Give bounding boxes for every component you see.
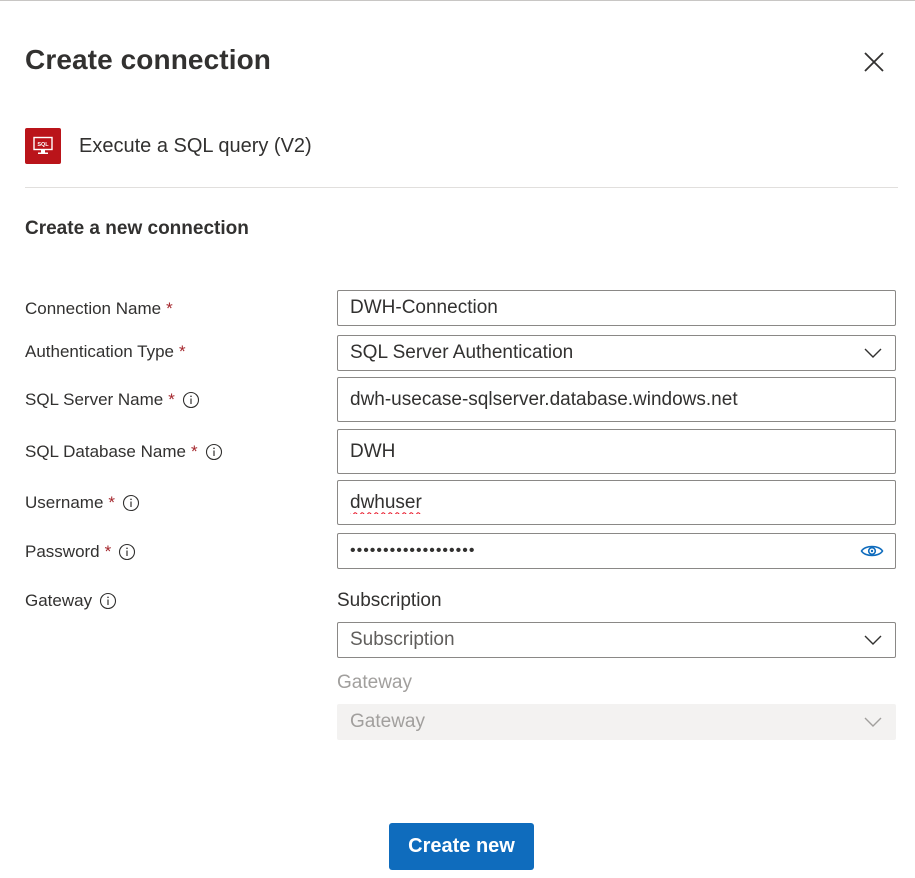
database-name-input[interactable]: DWH: [337, 429, 896, 474]
panel-title: Create connection: [25, 44, 271, 75]
gateway-label-text: Gateway: [25, 591, 93, 610]
connection-name-label: Connection Name *: [25, 297, 173, 321]
info-icon[interactable]: [182, 391, 200, 409]
password-value: •••••••••••••••••••: [350, 542, 476, 559]
create-new-button[interactable]: Create new: [389, 823, 534, 870]
auth-type-label: Authentication Type *: [25, 340, 186, 364]
gateway-sub-label: Gateway: [337, 672, 412, 693]
password-label: Password *: [25, 540, 136, 564]
divider: [25, 187, 898, 188]
sql-icon-text: SQL: [37, 142, 49, 148]
sql-server-icon: SQL: [25, 128, 61, 164]
required-marker: *: [108, 493, 116, 512]
auth-type-dropdown[interactable]: SQL Server Authentication: [337, 335, 896, 371]
username-value-wrap: dwhuser: [350, 492, 895, 514]
close-button[interactable]: [860, 48, 888, 76]
action-header: SQL Execute a SQL query (V2): [25, 128, 312, 164]
required-marker: *: [190, 442, 198, 461]
chevron-down-icon: [851, 705, 895, 739]
gateway-value: Gateway: [350, 711, 425, 732]
username-label: Username *: [25, 491, 140, 515]
top-border: [0, 0, 915, 1]
connection-name-label-text: Connection Name: [25, 299, 162, 318]
subscription-dropdown[interactable]: Subscription: [337, 622, 896, 658]
password-label-text: Password: [25, 542, 100, 561]
server-name-label: SQL Server Name *: [25, 388, 200, 412]
section-title: Create a new connection: [25, 218, 249, 239]
database-name-value: DWH: [350, 440, 396, 462]
server-name-input[interactable]: dwh-usecase-sqlserver.database.windows.n…: [337, 377, 896, 422]
database-name-label-text: SQL Database Name: [25, 442, 186, 461]
username-input[interactable]: dwhuser: [337, 480, 896, 525]
chevron-down-icon: [851, 336, 895, 370]
required-marker: *: [179, 342, 186, 361]
action-name: Execute a SQL query (V2): [79, 134, 312, 157]
connection-name-input[interactable]: DWH-Connection: [337, 290, 896, 326]
auth-type-value: SQL Server Authentication: [350, 342, 574, 363]
required-marker: *: [166, 299, 173, 318]
subscription-value: Subscription: [350, 629, 455, 650]
password-input[interactable]: •••••••••••••••••••: [337, 533, 896, 569]
info-icon[interactable]: [122, 494, 140, 512]
info-icon[interactable]: [118, 543, 136, 561]
username-value: dwhuser: [350, 491, 422, 513]
subscription-label: Subscription: [337, 590, 442, 611]
database-name-label: SQL Database Name *: [25, 440, 223, 464]
server-name-label-text: SQL Server Name: [25, 390, 164, 409]
connection-name-value: DWH-Connection: [350, 297, 498, 318]
username-label-text: Username: [25, 493, 104, 512]
close-icon: [864, 52, 884, 72]
required-marker: *: [104, 542, 112, 561]
auth-type-label-text: Authentication Type: [25, 342, 175, 361]
info-icon[interactable]: [205, 443, 223, 461]
info-icon[interactable]: [99, 592, 117, 610]
required-marker: *: [168, 390, 175, 409]
chevron-down-icon: [851, 623, 895, 657]
server-name-value: dwh-usecase-sqlserver.database.windows.n…: [350, 388, 738, 410]
gateway-dropdown: Gateway: [337, 704, 896, 740]
eye-icon[interactable]: [849, 534, 895, 568]
gateway-label: Gateway: [25, 589, 117, 613]
